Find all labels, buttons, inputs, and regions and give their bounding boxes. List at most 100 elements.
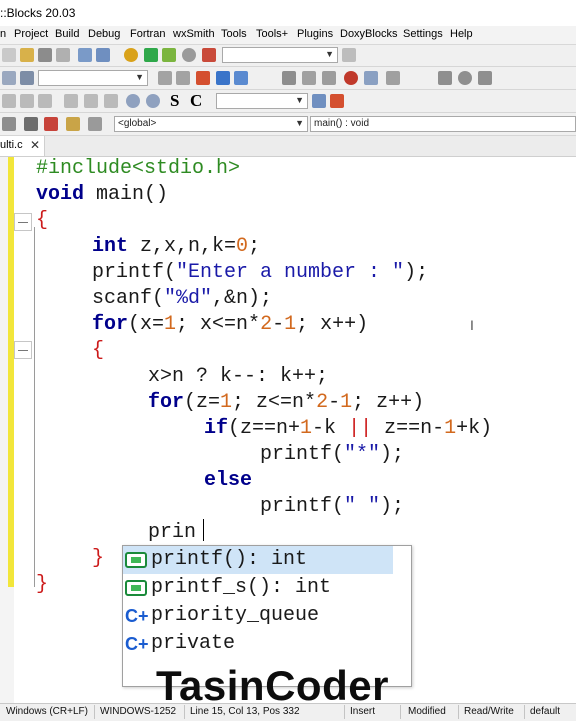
- jump-icon[interactable]: [2, 71, 16, 85]
- block-icon[interactable]: [38, 94, 52, 108]
- close-icon[interactable]: ✕: [30, 138, 40, 152]
- status-separator: [458, 705, 459, 719]
- scope-select-value: <global>: [118, 118, 157, 129]
- format-button-c[interactable]: C: [190, 91, 202, 111]
- toolbar-main: ▼: [0, 45, 576, 67]
- wrench-icon[interactable]: [386, 71, 400, 85]
- text-caret: [203, 519, 204, 541]
- prev-bookmark-icon[interactable]: [438, 71, 452, 85]
- code-line-8: for(x=1; x<=n*2-1; x++): [92, 313, 369, 336]
- fold-line: [34, 353, 35, 563]
- menu-debug[interactable]: Debug: [88, 28, 120, 40]
- menu-project[interactable]: Project: [14, 28, 48, 40]
- autocomplete-item[interactable]: C+ priority_queue: [123, 602, 411, 630]
- build-gear-icon[interactable]: [124, 48, 138, 62]
- match-case-icon[interactable]: [216, 71, 230, 85]
- box2-icon[interactable]: [84, 94, 98, 108]
- target-options-icon[interactable]: [342, 48, 356, 62]
- autocomplete-item[interactable]: C+ private: [123, 630, 411, 658]
- menu-bar: n Project Build Debug Fortran wxSmith To…: [0, 26, 576, 45]
- code-editor[interactable]: #include<stdio.h> void main() { int z,x,…: [0, 157, 576, 703]
- run-icon[interactable]: [144, 48, 158, 62]
- function-select-value: main() : void: [314, 118, 370, 129]
- uncomment-icon[interactable]: [302, 71, 316, 85]
- menu-help[interactable]: Help: [450, 28, 473, 40]
- code-line-13: printf("*");: [260, 443, 405, 466]
- class-icon: C+: [125, 634, 149, 654]
- menu-build[interactable]: Build: [55, 28, 79, 40]
- watch-icon[interactable]: [66, 117, 80, 131]
- help-icon[interactable]: [364, 71, 378, 85]
- forward-icon[interactable]: [176, 71, 190, 85]
- function-icon: [125, 552, 147, 568]
- build-run-icon[interactable]: [162, 48, 176, 62]
- toolbar-navigation: <global> ▼ main() : void: [0, 113, 576, 136]
- tab-label: ulti.c: [0, 139, 23, 151]
- indent-icon[interactable]: [20, 94, 34, 108]
- status-modified: Modified: [408, 706, 446, 717]
- box3-icon[interactable]: [104, 94, 118, 108]
- format-button-s[interactable]: S: [170, 91, 179, 111]
- menu-settings[interactable]: Settings: [403, 28, 443, 40]
- search-combo[interactable]: ▼: [38, 70, 148, 86]
- open-icon[interactable]: [20, 48, 34, 62]
- comment-icon[interactable]: [282, 71, 296, 85]
- chevron-down-icon: ▼: [135, 72, 144, 82]
- fold-toggle-for[interactable]: [14, 341, 32, 359]
- build-target-select[interactable]: ▼: [222, 47, 338, 63]
- menu-plugins[interactable]: Plugins: [297, 28, 333, 40]
- zoom-in-icon[interactable]: [126, 94, 140, 108]
- scope-select[interactable]: <global> ▼: [114, 116, 308, 132]
- spell-check-icon[interactable]: [330, 94, 344, 108]
- cut-icon[interactable]: [38, 48, 52, 62]
- rebuild-icon[interactable]: [182, 48, 196, 62]
- function-select[interactable]: main() : void: [310, 116, 576, 132]
- code-line-10: x>n ? k--: k++;: [148, 365, 329, 388]
- find-icon[interactable]: [78, 48, 92, 62]
- box-icon[interactable]: [64, 94, 78, 108]
- autocomplete-item[interactable]: printf_s(): int: [123, 574, 411, 602]
- tab-file[interactable]: ulti.c ✕: [0, 136, 45, 156]
- autocomplete-item[interactable]: printf(): int: [123, 546, 393, 574]
- align-icon[interactable]: [2, 94, 16, 108]
- toolbar-debug: ▼: [0, 67, 576, 90]
- menu-wxsmith[interactable]: wxSmith: [173, 28, 215, 40]
- back-icon[interactable]: [158, 71, 172, 85]
- pause-icon[interactable]: [24, 117, 38, 131]
- abort-icon[interactable]: [202, 48, 216, 62]
- editor-tab-bar: ulti.c ✕: [0, 136, 576, 157]
- menu-fortran[interactable]: Fortran: [130, 28, 165, 40]
- new-file-icon[interactable]: [2, 48, 16, 62]
- status-separator: [94, 705, 95, 719]
- code-line-15: printf(" ");: [260, 495, 405, 518]
- regex-icon[interactable]: [234, 71, 248, 85]
- menu-doxyblocks[interactable]: DoxyBlocks: [340, 28, 397, 40]
- fold-toggle-main[interactable]: [14, 213, 32, 231]
- stop-icon[interactable]: [44, 117, 58, 131]
- bookmark-icon[interactable]: [458, 71, 472, 85]
- status-profile: default: [530, 706, 561, 717]
- code-completion-combo[interactable]: ▼: [216, 93, 308, 109]
- code-line-2: void main(): [36, 183, 169, 206]
- highlight-icon[interactable]: [196, 71, 210, 85]
- window-icon[interactable]: [88, 117, 102, 131]
- debug-icon[interactable]: [20, 71, 34, 85]
- status-separator: [524, 705, 525, 719]
- toggle-comment-icon[interactable]: [322, 71, 336, 85]
- breakpoint-icon[interactable]: [344, 71, 358, 85]
- code-line-14: else: [204, 469, 253, 492]
- next-bookmark-icon[interactable]: [478, 71, 492, 85]
- status-encoding: WINDOWS-1252: [100, 706, 177, 717]
- zoom-out-icon[interactable]: [146, 94, 160, 108]
- replace-icon[interactable]: [96, 48, 110, 62]
- menu-file[interactable]: n: [0, 28, 6, 40]
- status-separator: [344, 705, 345, 719]
- menu-tools[interactable]: Tools: [221, 28, 247, 40]
- menu-tools-plus[interactable]: Tools+: [256, 28, 288, 40]
- function-icon: [125, 580, 147, 596]
- code-line-3: {: [36, 209, 49, 232]
- code-line-1: #include<stdio.h>: [36, 157, 241, 180]
- paste-icon[interactable]: [56, 48, 70, 62]
- step-icon[interactable]: [2, 117, 16, 131]
- search-icon[interactable]: [312, 94, 326, 108]
